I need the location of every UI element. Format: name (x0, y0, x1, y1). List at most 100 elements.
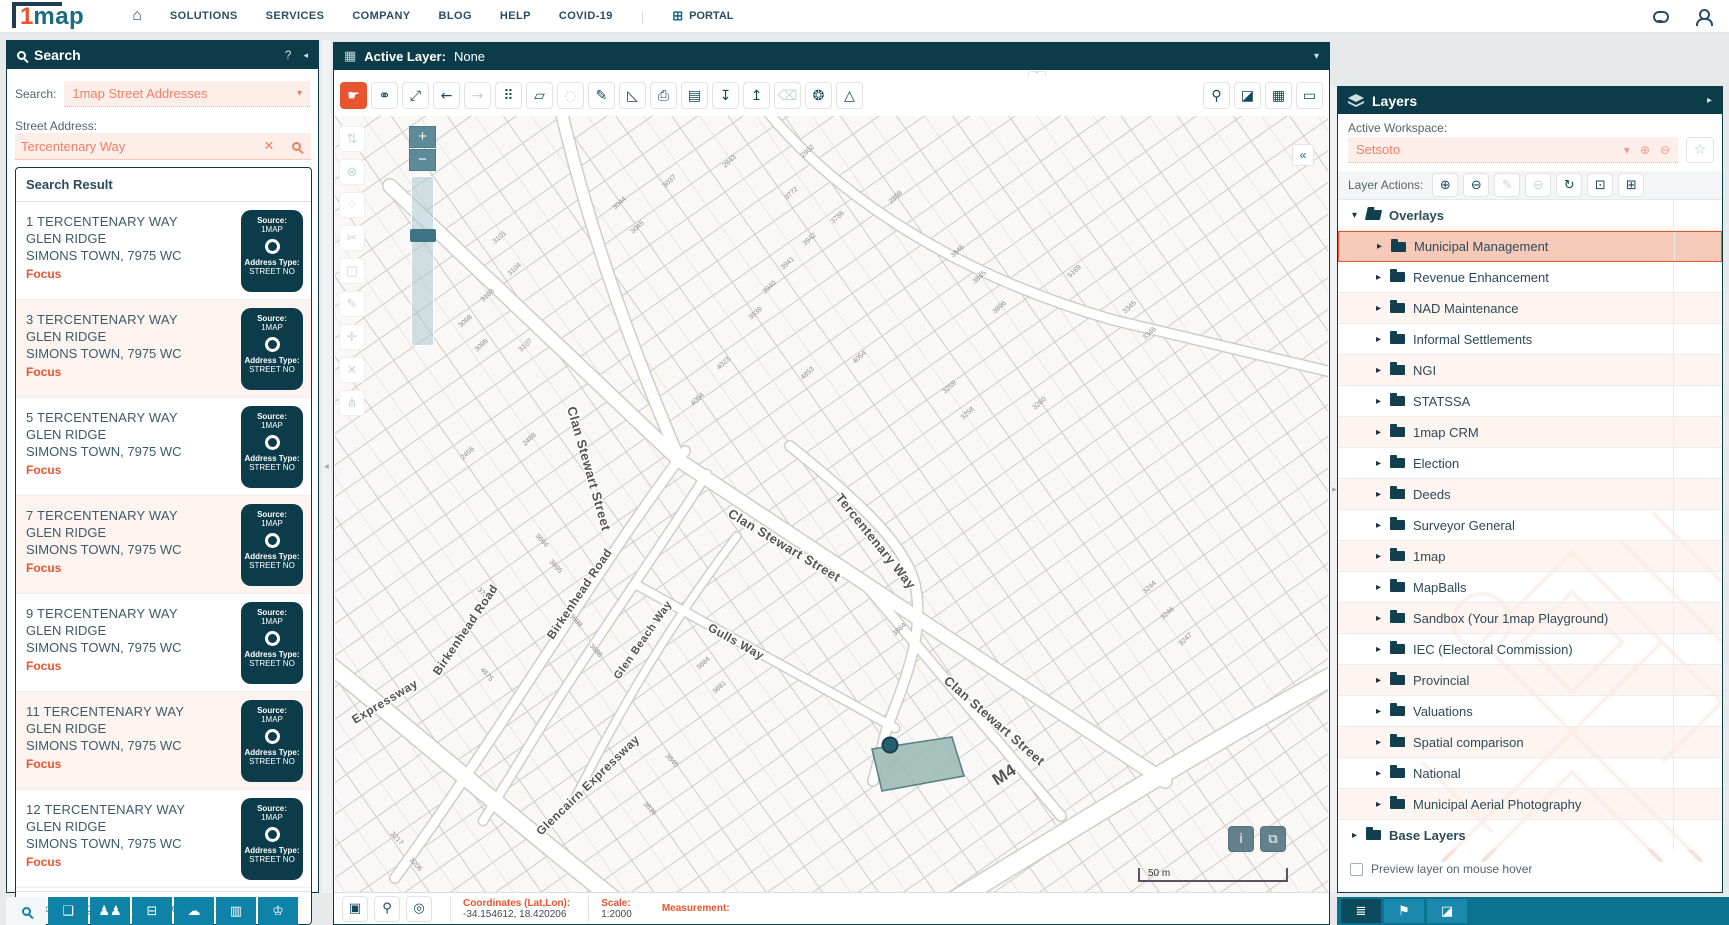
nav-item[interactable]: SERVICES (266, 10, 325, 22)
dock-community[interactable]: ♟♟ (90, 897, 130, 925)
expand-caret-icon[interactable]: ▸ (1376, 334, 1390, 345)
dock-gallery[interactable]: ◪ (1427, 899, 1467, 923)
workspace-dropdown[interactable]: ▾ (1624, 143, 1630, 157)
dock-weather[interactable]: ☁ (174, 897, 214, 925)
chat-icon[interactable] (1653, 11, 1669, 23)
result-marker[interactable] (883, 738, 898, 753)
download[interactable]: ↧ (712, 82, 739, 109)
favorite-workspace-button[interactable]: ☆ (1686, 137, 1714, 163)
track-location[interactable]: ◎ (406, 896, 432, 922)
nav-item[interactable]: BLOG (439, 10, 472, 22)
layer-tree-row[interactable]: ▾ Overlays (1338, 200, 1722, 231)
move-feature[interactable]: ✛ (339, 324, 365, 350)
nav-item[interactable]: HELP (500, 10, 531, 22)
expand-caret-icon[interactable]: ▸ (1376, 396, 1390, 407)
layer-tree-row[interactable]: ▸ IEC (Electoral Commission) (1338, 634, 1722, 665)
expand-caret-icon[interactable]: ▸ (1376, 706, 1390, 717)
clear-graphics[interactable]: ⌫ (774, 82, 801, 109)
search-result-row[interactable]: 11 TERCENTENARY WAY GLEN RIDGE SIMONS TO… (16, 692, 311, 790)
run-search-icon[interactable] (281, 133, 311, 159)
expand-caret-icon[interactable]: ▸ (1376, 551, 1390, 562)
draw-feature[interactable]: ✎ (339, 291, 365, 317)
expand-caret-icon[interactable]: ▸ (1376, 768, 1390, 779)
polygon-select[interactable]: ▱ (526, 82, 553, 109)
layer-save[interactable]: ⊡ (1587, 173, 1613, 197)
nav-item[interactable]: COMPANY (352, 10, 410, 22)
user-icon[interactable] (1695, 9, 1711, 25)
search-result-row[interactable]: 12 TERCENTENARY WAY GLEN RIDGE SIMONS TO… (16, 790, 311, 888)
print[interactable]: ⎙ (650, 82, 677, 109)
multi-select[interactable]: ⠿ (495, 82, 522, 109)
clear-input-icon[interactable]: ✕ (257, 133, 281, 159)
search-result-row[interactable]: 7 TERCENTENARY WAY GLEN RIDGE SIMONS TOW… (16, 496, 311, 594)
expand-caret-icon[interactable]: ▸ (1376, 613, 1390, 624)
expand-caret-icon[interactable]: ▸ (1376, 458, 1390, 469)
measure-area[interactable]: ◺ (619, 82, 646, 109)
reshape-feature[interactable]: ▢ (339, 258, 365, 284)
select-tool[interactable]: ☛ (340, 82, 367, 109)
locate[interactable]: ❂ (805, 82, 832, 109)
expand-caret-icon[interactable]: ▸ (1376, 644, 1390, 655)
zoom-in-button[interactable]: + (409, 126, 436, 148)
expand-caret-icon[interactable]: ▸ (1376, 675, 1390, 686)
layer-tree-row[interactable]: ▸ Revenue Enhancement (1338, 262, 1722, 293)
street-view[interactable]: ⚲ (1203, 82, 1230, 109)
layer-tree-row[interactable]: ▸ Surveyor General (1338, 510, 1722, 541)
dock-bookmarks[interactable]: ⚑ (1384, 899, 1424, 923)
collapse-layers-icon[interactable]: ▸ (1707, 95, 1712, 106)
nav-item[interactable]: SOLUTIONS (170, 10, 238, 22)
layer-tree-row[interactable]: ▸ STATSSA (1338, 386, 1722, 417)
layer-add[interactable]: ⊕ (1432, 173, 1458, 197)
buffer[interactable]: △ (836, 82, 863, 109)
cut-feature[interactable]: ✂ (339, 225, 365, 251)
search-result-row[interactable]: 5 TERCENTENARY WAY GLEN RIDGE SIMONS TOW… (16, 398, 311, 496)
search-result-row[interactable]: 9 TERCENTENARY WAY GLEN RIDGE SIMONS TOW… (16, 594, 311, 692)
layer-tree-row[interactable]: ▸ NGI (1338, 355, 1722, 386)
expand-caret-icon[interactable]: ▸ (1376, 303, 1390, 314)
dock-search[interactable] (6, 897, 46, 925)
layer-tree-row[interactable]: ▸ Municipal Aerial Photography (1338, 789, 1722, 820)
next-extent[interactable]: → (464, 82, 491, 109)
address-input[interactable] (15, 133, 257, 159)
left-splitter[interactable]: ◂ (322, 40, 331, 893)
expand-caret-icon[interactable]: ▸ (1376, 427, 1390, 438)
expand-caret-icon[interactable]: ▸ (1377, 241, 1391, 252)
snapshot[interactable]: ▣ (342, 896, 368, 922)
delete-selection[interactable]: ⊗ (339, 159, 365, 185)
identify-tool[interactable]: ⚭ (371, 82, 398, 109)
layer-tree-row[interactable]: ▸ Informal Settlements (1338, 324, 1722, 355)
collapse-panel-icon[interactable]: ◂ (303, 50, 308, 61)
zoom-slider[interactable] (411, 176, 434, 346)
layer-tree-row[interactable]: ▸ Sandbox (Your 1map Playground) (1338, 603, 1722, 634)
dock-layers[interactable]: ≣ (1341, 899, 1381, 923)
map-header-collapse-icon[interactable]: ▾ (1314, 51, 1319, 62)
layer-tree-row[interactable]: ▸ National (1338, 758, 1722, 789)
expand-caret-icon[interactable]: ▸ (1376, 520, 1390, 531)
zoom-full-extent[interactable]: ⤢ (402, 82, 429, 109)
expand-caret-icon[interactable]: ▸ (1376, 799, 1390, 810)
layer-tree-row[interactable]: ▸ 1map CRM (1338, 417, 1722, 448)
layer-tree-row[interactable]: ▸ Deeds (1338, 479, 1722, 510)
search-result-row[interactable]: 1 TERCENTENARY WAY GLEN RIDGE SIMONS TOW… (16, 202, 311, 300)
expand-caret-icon[interactable]: ▸ (1376, 489, 1390, 500)
dock-directory[interactable]: ▥ (216, 897, 256, 925)
move-vertex[interactable]: ⇅ (339, 126, 365, 152)
results-list[interactable]: 1 TERCENTENARY WAY GLEN RIDGE SIMONS TOW… (16, 202, 311, 891)
dock-police[interactable]: ♔ (258, 897, 298, 925)
snap-feature[interactable]: ⋔ (339, 390, 365, 416)
layer-refresh[interactable]: ↻ (1556, 173, 1582, 197)
nav-item-portal[interactable]: ⊞ PORTAL (672, 8, 733, 24)
layer-tree-row[interactable]: ▸ Provincial (1338, 665, 1722, 696)
help-icon[interactable]: ? (285, 48, 292, 62)
nav-item[interactable]: COVID-19 (559, 10, 613, 22)
app-logo[interactable]: 1map (10, 1, 90, 31)
layout-panel[interactable]: ▭ (1296, 82, 1323, 109)
zoom-out-button[interactable]: − (409, 149, 436, 171)
expand-caret-icon[interactable]: ▸ (1376, 737, 1390, 748)
workspace-select[interactable]: Setsoto ▾⊕⊖ (1348, 137, 1678, 163)
expand-caret-icon[interactable]: ▸ (1376, 365, 1390, 376)
layer-tree-row[interactable]: ▸ Spatial comparison (1338, 727, 1722, 758)
layer-tree[interactable]: ▾ Overlays ▸ Municipal Management ▸ Reve… (1338, 200, 1722, 849)
basemap-gallery[interactable]: ◪ (1234, 82, 1261, 109)
delete-feature[interactable]: ✕ (339, 357, 365, 383)
